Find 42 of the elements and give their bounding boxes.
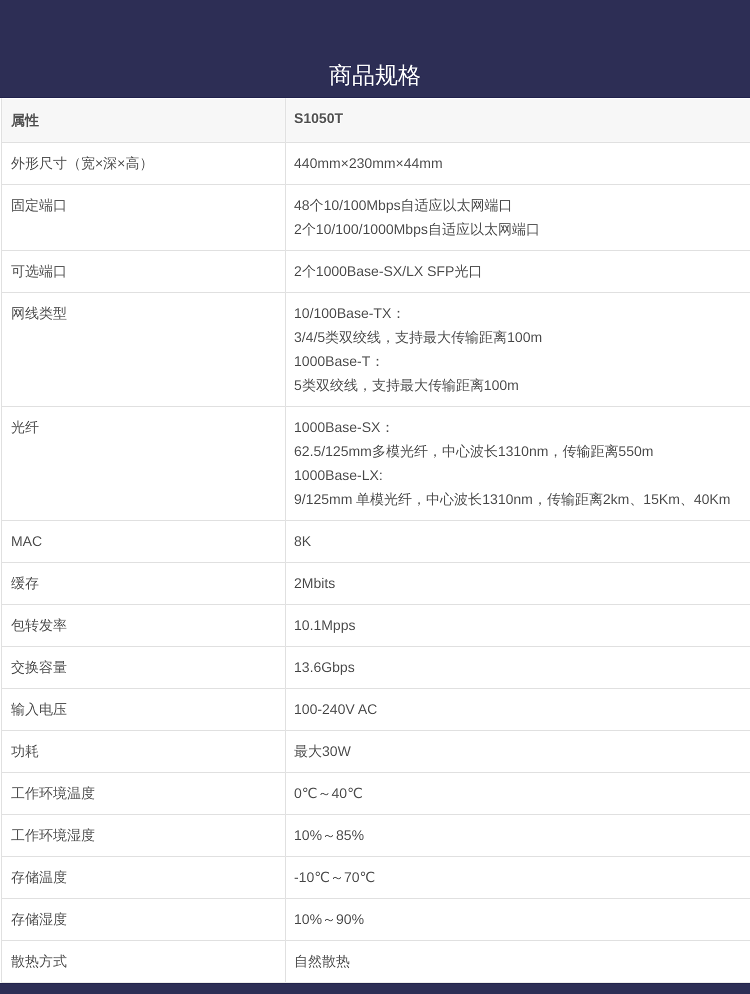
table-cell-text: -10℃～70℃	[294, 868, 376, 887]
table-cell-text: 10.1Mpps	[294, 616, 356, 635]
table-cell-text: 100-240V AC	[294, 700, 378, 719]
table-cell-text: 1000Base-T：	[294, 352, 386, 371]
table-cell: 功耗	[2, 731, 286, 772]
table-cell: 网线类型	[2, 293, 286, 406]
table-header-cell: 属性	[2, 98, 286, 142]
table-cell: 散热方式	[2, 941, 286, 982]
page-title: 商品规格	[329, 61, 421, 90]
table-cell-text: 自然散热	[294, 952, 351, 971]
table-cell-text: 2Mbits	[294, 574, 336, 593]
table-cell-text: 9/125mm 单模光纤，中心波长1310nm，传输距离2km、15Km、40Km	[294, 490, 732, 509]
table-cell: 可选端口	[2, 251, 286, 292]
table-cell-text: 0℃～40℃	[294, 784, 364, 803]
table-cell-text: 1000Base-SX：	[294, 418, 396, 437]
table-cell-text: 3/4/5类双绞线，支持最大传输距离100m	[294, 328, 544, 347]
table-cell: 缓存	[2, 563, 286, 604]
table-cell-text: 440mm×230mm×44mm	[294, 154, 444, 173]
table-cell-text: 10%～85%	[294, 826, 366, 845]
table-cell: 工作环境湿度	[2, 815, 286, 856]
table-cell-text: 最大30W	[294, 742, 352, 761]
table-cell: 光纤	[2, 407, 286, 520]
table-cell: MAC	[2, 521, 286, 562]
table-cell-text: 5类双绞线，支持最大传输距离100m	[294, 376, 520, 395]
table-cell-text: 62.5/125mm多模光纤，中心波长1310nm，传输距离550m	[294, 442, 654, 461]
table-cell: 交换容量	[2, 647, 286, 688]
table-cell: 存储温度	[2, 857, 286, 898]
table-cell-text: 2个1000Base-SX/LX SFP光口	[294, 262, 484, 281]
table-cell-text: 1000Base-LX:	[294, 466, 384, 485]
table-cell: 固定端口	[2, 185, 286, 250]
table-cell-text: 13.6Gbps	[294, 658, 356, 677]
table-cell-text: 10/100Base-TX：	[294, 304, 406, 323]
table-cell: 存储湿度	[2, 899, 286, 940]
table-cell: 工作环境温度	[2, 773, 286, 814]
table-cell: 包转发率	[2, 605, 286, 646]
table-cell-text: 10%～90%	[294, 910, 366, 929]
table-cell: 外形尺寸（宽×深×高）	[2, 143, 286, 184]
table-cell-text: 48个10/100Mbps自适应以太网端口	[294, 196, 514, 215]
table-header-cell-text: S1050T	[293, 109, 344, 128]
table-cell: 输入电压	[2, 689, 286, 730]
table-cell-text: 8K	[294, 532, 312, 551]
table-cell-text: 2个10/100/1000Mbps自适应以太网端口	[294, 220, 541, 239]
